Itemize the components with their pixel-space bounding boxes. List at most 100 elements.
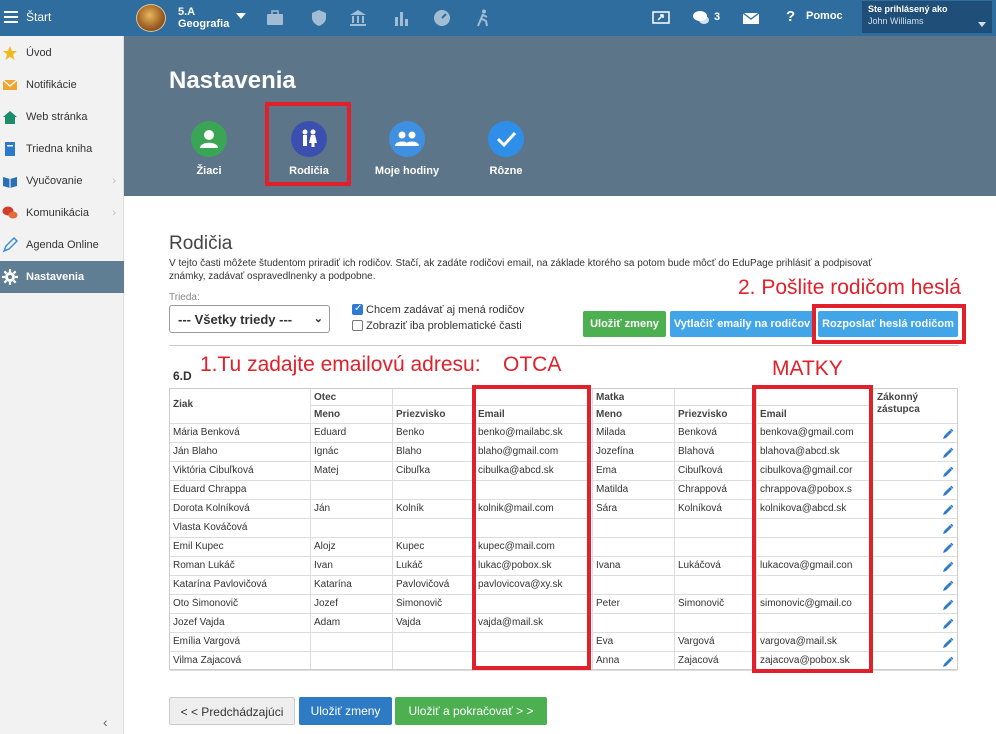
checkbox-checked[interactable]	[352, 303, 363, 315]
mother-first-input[interactable]: Milada	[596, 427, 674, 438]
screen-share-icon[interactable]	[652, 9, 670, 27]
mother-first-input[interactable]: Ivana	[596, 560, 674, 571]
mother-last-input[interactable]: Benková	[678, 427, 756, 438]
save-continue-button[interactable]: Uložiť a pokračovať > >	[395, 697, 547, 725]
sidebar-item-label: Notifikácie	[26, 79, 77, 91]
sidebar-item-label: Agenda Online	[26, 239, 99, 251]
father-last-input[interactable]: Blaho	[396, 446, 474, 457]
mother-last-input[interactable]: Vargová	[678, 636, 756, 647]
father-last-input[interactable]: Kolník	[396, 503, 474, 514]
institution-icon[interactable]	[349, 9, 367, 27]
sidebar-item-triedna-kniha[interactable]: Triedna kniha	[0, 133, 124, 165]
father-first-input[interactable]: Adam	[314, 617, 392, 628]
menu-icon[interactable]	[4, 11, 18, 23]
mother-first-input[interactable]: Anna	[596, 655, 674, 666]
collapse-icon[interactable]: ‹	[103, 714, 108, 730]
dashboard-icon[interactable]	[433, 9, 451, 27]
school-logo[interactable]	[136, 4, 166, 32]
save-button[interactable]: Uložiť zmeny	[299, 697, 392, 725]
class-name: 5.A	[178, 6, 196, 18]
father-last-input[interactable]: Šimonovič	[396, 598, 474, 609]
edit-pencil-icon[interactable]	[942, 599, 954, 611]
briefcase-icon[interactable]	[266, 9, 284, 27]
edit-pencil-icon[interactable]	[942, 428, 954, 440]
edit-pencil-icon[interactable]	[942, 637, 954, 649]
class-selector[interactable]: 5.A Geografia	[178, 6, 229, 30]
mother-last-input[interactable]: Cibuľková	[678, 465, 756, 476]
father-last-input[interactable]: Vajda	[396, 617, 474, 628]
hiking-icon[interactable]	[474, 9, 492, 27]
help-icon[interactable]: ?	[786, 8, 804, 26]
mother-first-input[interactable]: Ema	[596, 465, 674, 476]
edit-pencil-icon[interactable]	[942, 485, 954, 497]
mother-last-input[interactable]: Lukáčová	[678, 560, 756, 571]
edit-pencil-icon[interactable]	[942, 542, 954, 554]
class-filter-select[interactable]: --- Všetky triedy --- ⌄	[169, 305, 330, 333]
sidebar-item-nastavenia[interactable]: Nastavenia	[0, 261, 124, 293]
father-first-input[interactable]: Ignác	[314, 446, 392, 457]
print-emails-button[interactable]: Vytlačiť emaily na rodičov	[670, 311, 814, 337]
tab-moje-hodiny[interactable]: Moje hodiny	[367, 116, 447, 186]
student-icon	[191, 121, 227, 157]
mother-last-input[interactable]: Zajacová	[678, 655, 756, 666]
names-checkbox[interactable]: Chcem zadávať aj mená rodičov	[352, 303, 525, 316]
sidebar-item-agenda[interactable]: Agenda Online	[0, 229, 124, 261]
class-group-label: 6.D	[173, 369, 192, 383]
sidebar-item-label: Vyučovanie	[26, 175, 83, 187]
edit-pencil-icon[interactable]	[942, 618, 954, 630]
sidebar-item-uvod[interactable]: Úvod	[0, 37, 124, 69]
father-first-input[interactable]: Ján	[314, 503, 392, 514]
mother-first-input[interactable]: Eva	[596, 636, 674, 647]
checkbox-unchecked[interactable]	[352, 320, 363, 331]
sidebar-item-label: Úvod	[26, 47, 52, 59]
edit-pencil-icon[interactable]	[942, 466, 954, 478]
shield-icon[interactable]	[310, 9, 328, 27]
father-first-input[interactable]: Matej	[314, 465, 392, 476]
check-icon	[488, 121, 524, 157]
father-last-input[interactable]: Kupec	[396, 541, 474, 552]
father-first-input[interactable]: Eduard	[314, 427, 392, 438]
father-first-input[interactable]: Katarína	[314, 579, 392, 590]
edit-pencil-icon[interactable]	[942, 561, 954, 573]
mother-first-input[interactable]: Peter	[596, 598, 674, 609]
sidebar-item-komunikacia[interactable]: Komunikácia ›	[0, 197, 124, 229]
mother-last-input[interactable]: Blahová	[678, 446, 756, 457]
edit-pencil-icon[interactable]	[942, 580, 954, 592]
pen-icon	[2, 237, 18, 253]
start-label[interactable]: Štart	[26, 10, 51, 24]
chat-icon[interactable]	[692, 9, 710, 27]
help-label[interactable]: Pomoc	[806, 10, 843, 22]
bar-chart-icon[interactable]	[393, 9, 411, 27]
problems-checkbox[interactable]: Zobraziť iba problematické časti	[352, 320, 522, 332]
mother-first-input[interactable]: Jozefína	[596, 446, 674, 457]
sidebar-item-vyucovanie[interactable]: Vyučovanie ›	[0, 165, 124, 197]
chevron-down-icon[interactable]	[236, 13, 246, 19]
father-last-input[interactable]: Lukáč	[396, 560, 474, 571]
checkbox-label: Chcem zadávať aj mená rodičov	[366, 304, 525, 316]
mother-first-input[interactable]: Matilda	[596, 484, 674, 495]
subject-name: Geografia	[178, 18, 230, 30]
mother-first-input[interactable]: Sára	[596, 503, 674, 514]
father-last-input[interactable]: Benko	[396, 427, 474, 438]
mother-last-input[interactable]: Chrappová	[678, 484, 756, 495]
father-last-input[interactable]: Pavlovičová	[396, 579, 474, 590]
edit-pencil-icon[interactable]	[942, 523, 954, 535]
user-menu[interactable]: Ste prihlásený ako John Williams	[862, 1, 992, 33]
mother-last-input[interactable]: Šimonovič	[678, 598, 756, 609]
father-last-input[interactable]: Cibuľka	[396, 465, 474, 476]
tab-ziaci[interactable]: Žiaci	[169, 116, 249, 186]
sidebar-item-web[interactable]: Web stránka	[0, 101, 124, 133]
previous-button[interactable]: < < Predchádzajúci	[169, 697, 295, 725]
sidebar-item-notifikacie[interactable]: Notifikácie	[0, 69, 124, 101]
edit-pencil-icon[interactable]	[942, 656, 954, 668]
father-first-input[interactable]: Alojz	[314, 541, 392, 552]
tab-rozne[interactable]: Rôzne	[466, 116, 546, 186]
father-first-input[interactable]: Jozef	[314, 598, 392, 609]
mail-icon[interactable]	[742, 9, 760, 27]
sidebar-item-label: Web stránka	[26, 111, 88, 123]
father-first-input[interactable]: Ivan	[314, 560, 392, 571]
mother-last-input[interactable]: Kolníková	[678, 503, 756, 514]
edit-pencil-icon[interactable]	[942, 504, 954, 516]
save-changes-button[interactable]: Uložiť zmeny	[583, 311, 666, 337]
edit-pencil-icon[interactable]	[942, 447, 954, 459]
